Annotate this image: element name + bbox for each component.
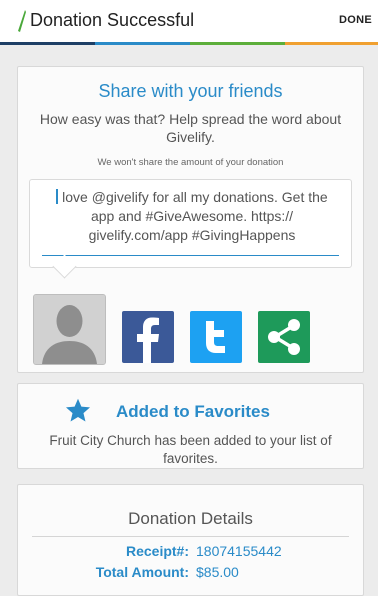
person-icon [34,295,105,364]
favorites-header: Added to Favorites [18,398,363,424]
header-stripe-1 [0,42,95,45]
share-icon [268,319,300,355]
divider [32,536,349,537]
share-subtitle: How easy was that? Help spread the word … [39,111,342,145]
star-icon [65,398,91,422]
favorites-card: Added to Favorites Fruit City Church has… [17,383,364,469]
page-title: Donation Successful [30,10,195,30]
leaf-icon [18,10,26,32]
twitter-share-button[interactable] [190,311,242,363]
favorites-message: Fruit City Church has been added to your… [49,433,332,466]
twitter-icon [206,321,225,353]
share-message-field[interactable]: love @givelify for all my donations. Get… [29,179,352,268]
share-button[interactable] [258,311,310,363]
share-message-value: love @givelify for all my donations. Get… [62,189,328,243]
header-stripe-4 [285,42,378,45]
donation-details-card: Donation Details Receipt#: 18074155442 T… [17,484,364,596]
share-privacy-note: We won't share the amount of your donati… [97,157,284,168]
receipt-value: 18074155442 [196,543,282,559]
message-underline [42,255,339,256]
header-stripe-2 [95,42,190,45]
total-amount-label: Total Amount: [95,564,189,580]
header-stripe-3 [190,42,285,45]
facebook-share-button[interactable] [122,311,174,363]
facebook-icon [137,317,159,363]
app-header: Donation Successful DONE [0,0,378,44]
share-message-text[interactable]: love @givelify for all my donations. Get… [44,188,340,245]
share-card: Share with your friends How easy was tha… [17,66,364,373]
donation-details-title: Donation Details [128,509,253,528]
favorites-title: Added to Favorites [116,402,270,421]
share-title: Share with your friends [98,81,283,101]
receipt-label: Receipt#: [125,543,189,559]
avatar[interactable] [33,294,106,365]
text-cursor [56,189,59,204]
done-button[interactable]: DONE [339,14,372,26]
total-amount-value: $85.00 [196,564,239,580]
